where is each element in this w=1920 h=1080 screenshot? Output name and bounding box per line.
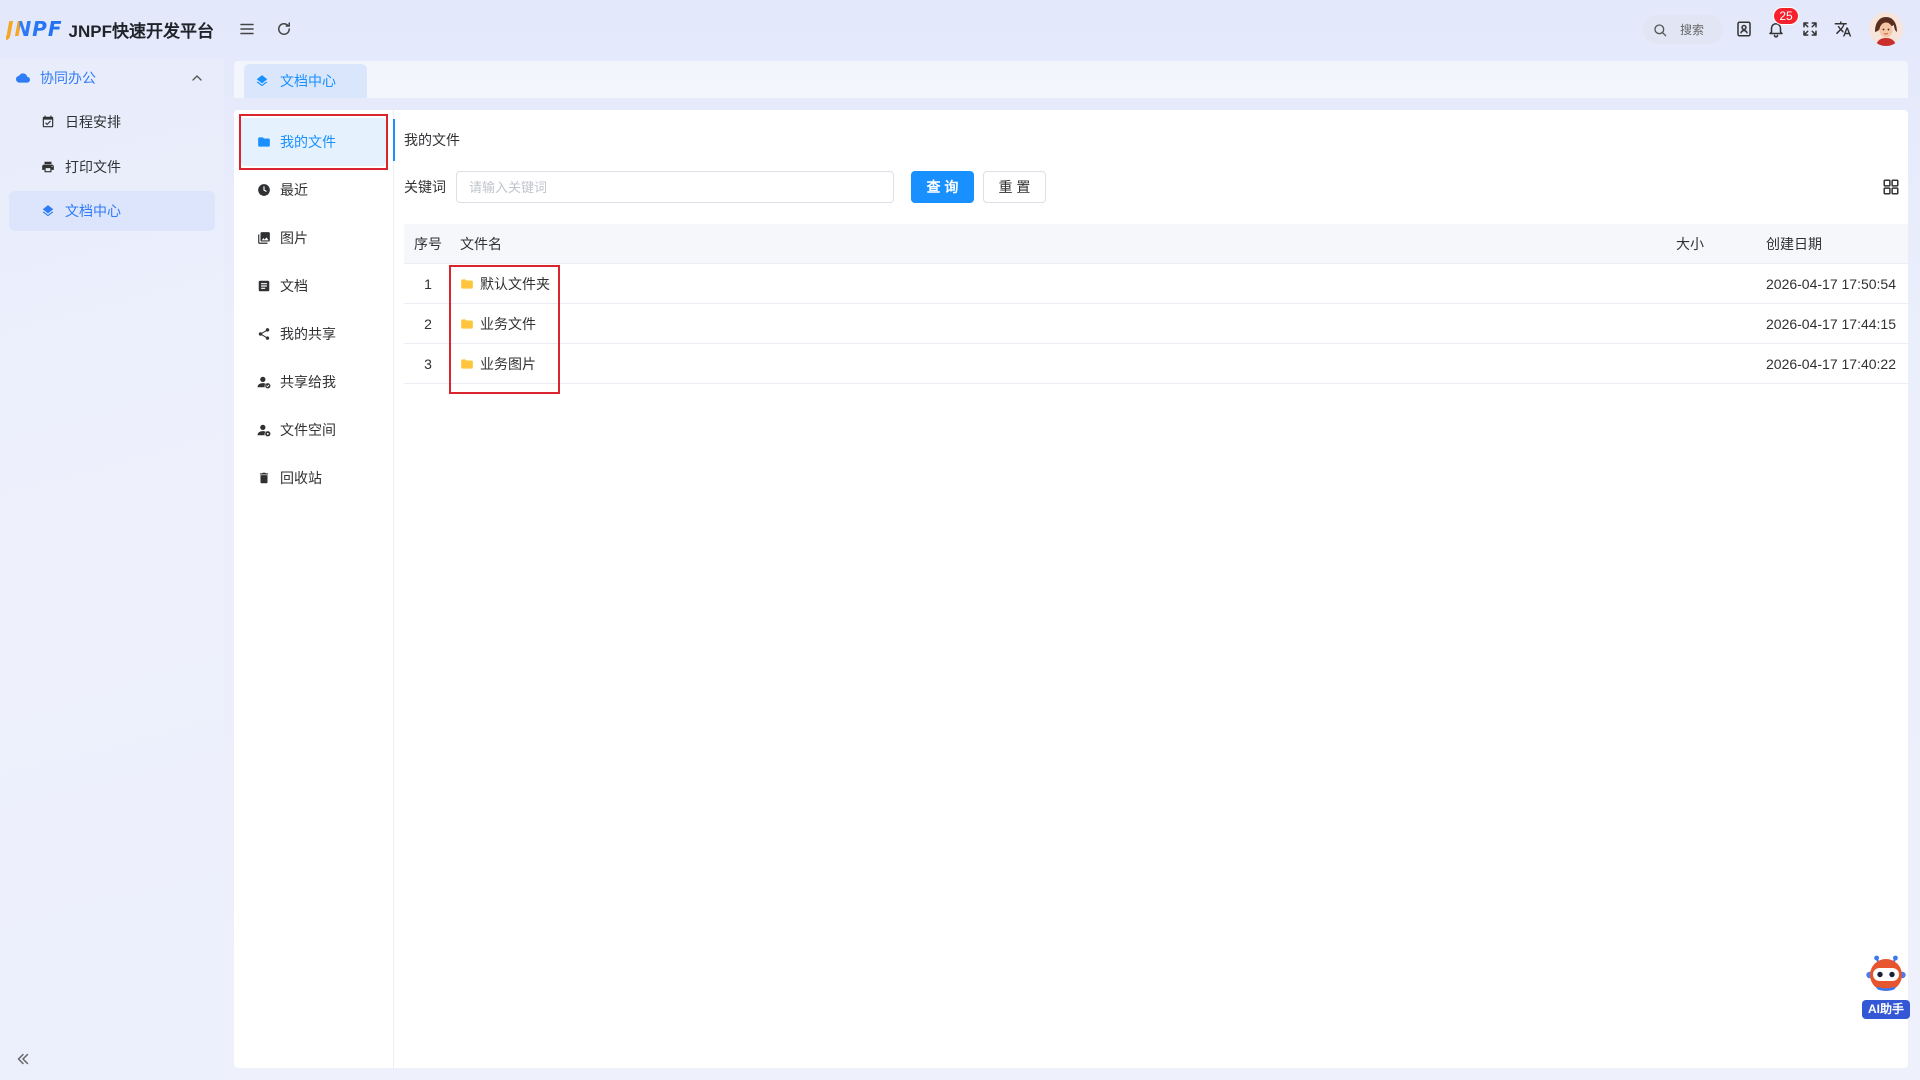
user-share-icon [257,375,271,389]
table-body: 1 默认文件夹 2026-04-17 17:50:54 2 业务文件 2026-… [404,264,1908,384]
notification-badge[interactable]: 25 [1773,7,1799,25]
row-name-cell[interactable]: 业务图片 [452,354,1670,374]
file-nav-label: 共享给我 [280,374,336,390]
sidebar-group-collab[interactable]: 协同办公 [0,60,224,96]
tab-doc-center[interactable]: 文档中心 [244,64,367,98]
chevron-up-icon[interactable] [189,70,205,86]
reset-button[interactable]: 重 置 [983,171,1046,203]
row-name-cell[interactable]: 业务文件 [452,314,1670,334]
file-nav-label: 最近 [280,182,308,198]
user-space-icon [257,423,271,437]
file-nav-label: 图片 [280,230,308,246]
file-nav-label: 文件空间 [280,422,336,438]
file-nav: 我的文件 最近 图片 文档 我的共享 共享给我 文件空间 回收站 [234,110,394,1068]
column-header-index: 序号 [414,235,442,252]
folder-icon [460,317,474,331]
file-nav-my-files[interactable]: 我的文件 [241,118,386,166]
row-name[interactable]: 业务文件 [480,314,536,334]
breadcrumb-indicator [393,119,395,161]
contact-card-icon[interactable] [1735,20,1753,38]
brand[interactable]: JNPF JNPF快速开发平台 [6,14,214,44]
row-name-cell[interactable]: 默认文件夹 [452,274,1670,294]
tab-label: 文档中心 [280,73,336,89]
sidebar-item-label: 打印文件 [65,159,121,175]
row-name[interactable]: 业务图片 [480,354,536,374]
keyword-input[interactable] [456,171,894,203]
grid-view-icon[interactable] [1882,178,1900,196]
layers-icon [255,74,269,88]
row-index: 3 [424,355,432,372]
file-nav-label: 我的文件 [280,134,336,150]
folder-icon [460,357,474,371]
row-index: 1 [424,275,432,292]
sidebar-item-doc-center[interactable]: 文档中心 [9,191,215,231]
table-row[interactable]: 2 业务文件 2026-04-17 17:44:15 [404,304,1908,344]
sidebar-group-label: 协同办公 [40,70,96,86]
table-header: 序号 文件名 大小 创建日期 [404,224,1908,264]
share-icon [257,327,271,341]
column-header-size: 大小 [1676,235,1704,252]
file-nav-images[interactable]: 图片 [241,214,386,262]
column-header-created: 创建日期 [1766,235,1822,252]
file-nav-recycle-bin[interactable]: 回收站 [241,454,386,502]
query-button[interactable]: 查 询 [911,171,974,203]
robot-icon[interactable] [1864,951,1908,995]
folder-icon [257,135,271,149]
document-icon [257,279,271,293]
file-nav-my-shares[interactable]: 我的共享 [241,310,386,358]
tab-bar: 文档中心 [234,61,1908,98]
search-icon [1652,22,1668,38]
clock-icon [257,183,271,197]
table-row[interactable]: 3 业务图片 2026-04-17 17:40:22 [404,344,1908,384]
trash-icon [257,471,271,485]
ai-assistant-label[interactable]: AI助手 [1862,1000,1910,1019]
translate-icon[interactable] [1834,20,1852,38]
row-index: 2 [424,315,432,332]
logo: JNPF [6,17,63,41]
table-row[interactable]: 1 默认文件夹 2026-04-17 17:50:54 [404,264,1908,304]
image-icon [257,231,271,245]
sidebar: 协同办公 日程安排 打印文件 文档中心 [0,59,224,1080]
layers-icon [41,204,55,218]
file-nav-label: 我的共享 [280,326,336,342]
cloud-icon [16,71,30,85]
file-nav-documents[interactable]: 文档 [241,262,386,310]
breadcrumb: 我的文件 [404,132,460,148]
global-search[interactable]: 搜索 [1643,15,1723,44]
file-nav-label: 文档 [280,278,308,294]
file-nav-file-space[interactable]: 文件空间 [241,406,386,454]
refresh-icon[interactable] [275,20,293,38]
avatar[interactable] [1869,12,1903,46]
menu-toggle-icon[interactable] [238,20,256,38]
printer-icon [41,160,55,174]
file-nav-shared-with-me[interactable]: 共享给我 [241,358,386,406]
row-created: 2026-04-17 17:44:15 [1766,315,1896,332]
column-header-name: 文件名 [460,235,502,252]
row-created: 2026-04-17 17:50:54 [1766,275,1896,292]
fullscreen-icon[interactable] [1801,20,1819,38]
sidebar-item-label: 文档中心 [65,203,121,219]
row-created: 2026-04-17 17:40:22 [1766,355,1896,372]
top-bar: JNPF JNPF快速开发平台 搜索 25 [0,0,1920,59]
app-title: JNPF快速开发平台 [68,21,214,41]
file-table: 序号 文件名 大小 创建日期 1 默认文件夹 2026-04-17 17:50:… [404,224,1908,384]
keyword-label: 关键词 [404,179,446,195]
double-chevron-left-icon[interactable] [14,1050,32,1068]
search-placeholder: 搜索 [1680,23,1705,37]
calendar-icon [41,115,55,129]
sidebar-item-print[interactable]: 打印文件 [9,147,215,187]
row-name[interactable]: 默认文件夹 [480,274,550,294]
main-panel: 我的文件 最近 图片 文档 我的共享 共享给我 文件空间 回收站 我的文件 关键… [234,110,1908,1068]
file-nav-label: 回收站 [280,470,322,486]
sidebar-item-schedule[interactable]: 日程安排 [9,102,215,142]
file-nav-recent[interactable]: 最近 [241,166,386,214]
sidebar-item-label: 日程安排 [65,114,121,130]
folder-icon [460,277,474,291]
